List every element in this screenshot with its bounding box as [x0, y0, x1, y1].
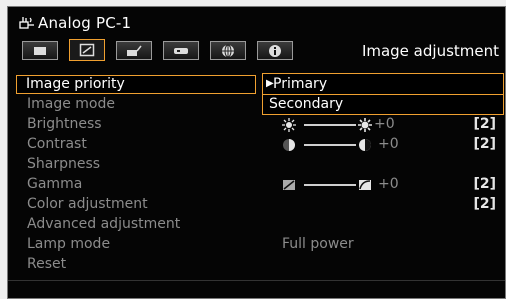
- menu-item-label: Color adjustment: [27, 196, 148, 212]
- bottom-divider: [8, 280, 505, 281]
- globe-icon: [222, 44, 234, 57]
- adjust-mark-icon: [2]: [473, 176, 496, 192]
- option-secondary[interactable]: Secondary: [263, 94, 503, 114]
- contrast-low-icon: [283, 139, 295, 151]
- adjust-mark-icon: [2]: [473, 136, 496, 152]
- info-icon: [269, 44, 281, 57]
- tab-install[interactable]: [116, 41, 152, 60]
- system-icon: [174, 47, 188, 54]
- menu-item-label: Image mode: [27, 96, 115, 112]
- contrast-slider[interactable]: [304, 144, 356, 146]
- menu-item-label: Advanced adjustment: [27, 216, 181, 232]
- menu-item-sharpness[interactable]: Sharpness: [18, 155, 504, 174]
- install-icon: [127, 45, 142, 56]
- lamp-mode-value: Full power: [282, 236, 354, 252]
- brightness-low-icon: [282, 118, 296, 132]
- tab-network[interactable]: [210, 41, 246, 60]
- tab-image-adjustment[interactable]: [69, 39, 105, 61]
- image-priority-dropdown: ▶ Primary Secondary: [262, 73, 504, 115]
- gamma-slider[interactable]: [304, 184, 356, 186]
- gamma-value: +0: [378, 176, 399, 192]
- contrast-high-icon: [359, 139, 371, 151]
- menu-item-image-priority[interactable]: Image priority: [16, 75, 256, 94]
- menu-item-reset[interactable]: Reset: [18, 255, 504, 274]
- menu-item-label: Image priority: [26, 76, 125, 92]
- input-source-icon: [19, 17, 34, 29]
- menu-item-brightness[interactable]: Brightness +0 [2]: [18, 115, 504, 134]
- menu-item-label: Contrast: [27, 136, 87, 152]
- menu-item-gamma[interactable]: Gamma +0 [2]: [18, 175, 504, 194]
- brightness-high-icon: [358, 118, 372, 132]
- image-adjust-icon: [79, 43, 95, 57]
- menu-item-lamp-mode[interactable]: Lamp mode Full power: [18, 235, 504, 254]
- menu-item-label: Lamp mode: [27, 236, 111, 252]
- title-bar: Analog PC-1: [8, 7, 505, 39]
- option-label: Primary: [273, 76, 328, 92]
- menu-item-color-adjustment[interactable]: Color adjustment [2]: [18, 195, 504, 214]
- adjust-mark-icon: [2]: [473, 116, 496, 132]
- tab-info[interactable]: [257, 41, 293, 60]
- menu-item-label: Reset: [27, 256, 67, 272]
- gamma-low-icon: [283, 180, 295, 190]
- menu-item-label: Gamma: [27, 176, 83, 192]
- section-title: Image adjustment: [361, 42, 499, 60]
- contrast-value: +0: [378, 136, 399, 152]
- brightness-value: +0: [374, 116, 395, 132]
- projector-menu-screen: Analog PC-1 Image adjustment Image prior…: [7, 6, 506, 299]
- menu-item-label: Sharpness: [27, 156, 101, 172]
- tab-system[interactable]: [163, 41, 199, 60]
- monitor-icon: [34, 46, 46, 55]
- menu-item-advanced-adjustment[interactable]: Advanced adjustment: [18, 215, 504, 234]
- source-title: Analog PC-1: [38, 14, 132, 32]
- gamma-high-icon: [359, 180, 371, 190]
- tab-display[interactable]: [22, 41, 58, 60]
- brightness-slider[interactable]: [304, 124, 356, 126]
- option-primary[interactable]: ▶ Primary: [263, 74, 503, 94]
- adjust-mark-icon: [2]: [473, 196, 496, 212]
- option-label: Secondary: [269, 96, 344, 112]
- menu-item-label: Brightness: [27, 116, 102, 132]
- menu-item-contrast[interactable]: Contrast +0 [2]: [18, 135, 504, 154]
